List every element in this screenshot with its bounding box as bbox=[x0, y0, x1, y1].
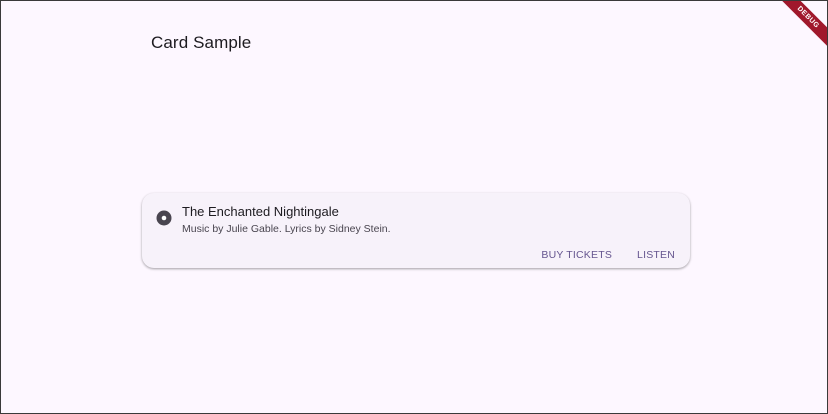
listen-button[interactable]: LISTEN bbox=[637, 249, 675, 261]
album-icon bbox=[156, 210, 172, 226]
card-actions: BUY TICKETS LISTEN bbox=[541, 249, 675, 261]
card-title: The Enchanted Nightingale bbox=[182, 204, 339, 219]
app-bar-title: Card Sample bbox=[151, 33, 252, 52]
debug-banner-label: DEBUG bbox=[771, 1, 827, 54]
song-card: The Enchanted Nightingale Music by Julie… bbox=[142, 193, 690, 268]
buy-tickets-button[interactable]: BUY TICKETS bbox=[541, 249, 612, 261]
card-subtitle: Music by Julie Gable. Lyrics by Sidney S… bbox=[182, 223, 391, 235]
debug-banner: DEBUG bbox=[767, 1, 827, 61]
